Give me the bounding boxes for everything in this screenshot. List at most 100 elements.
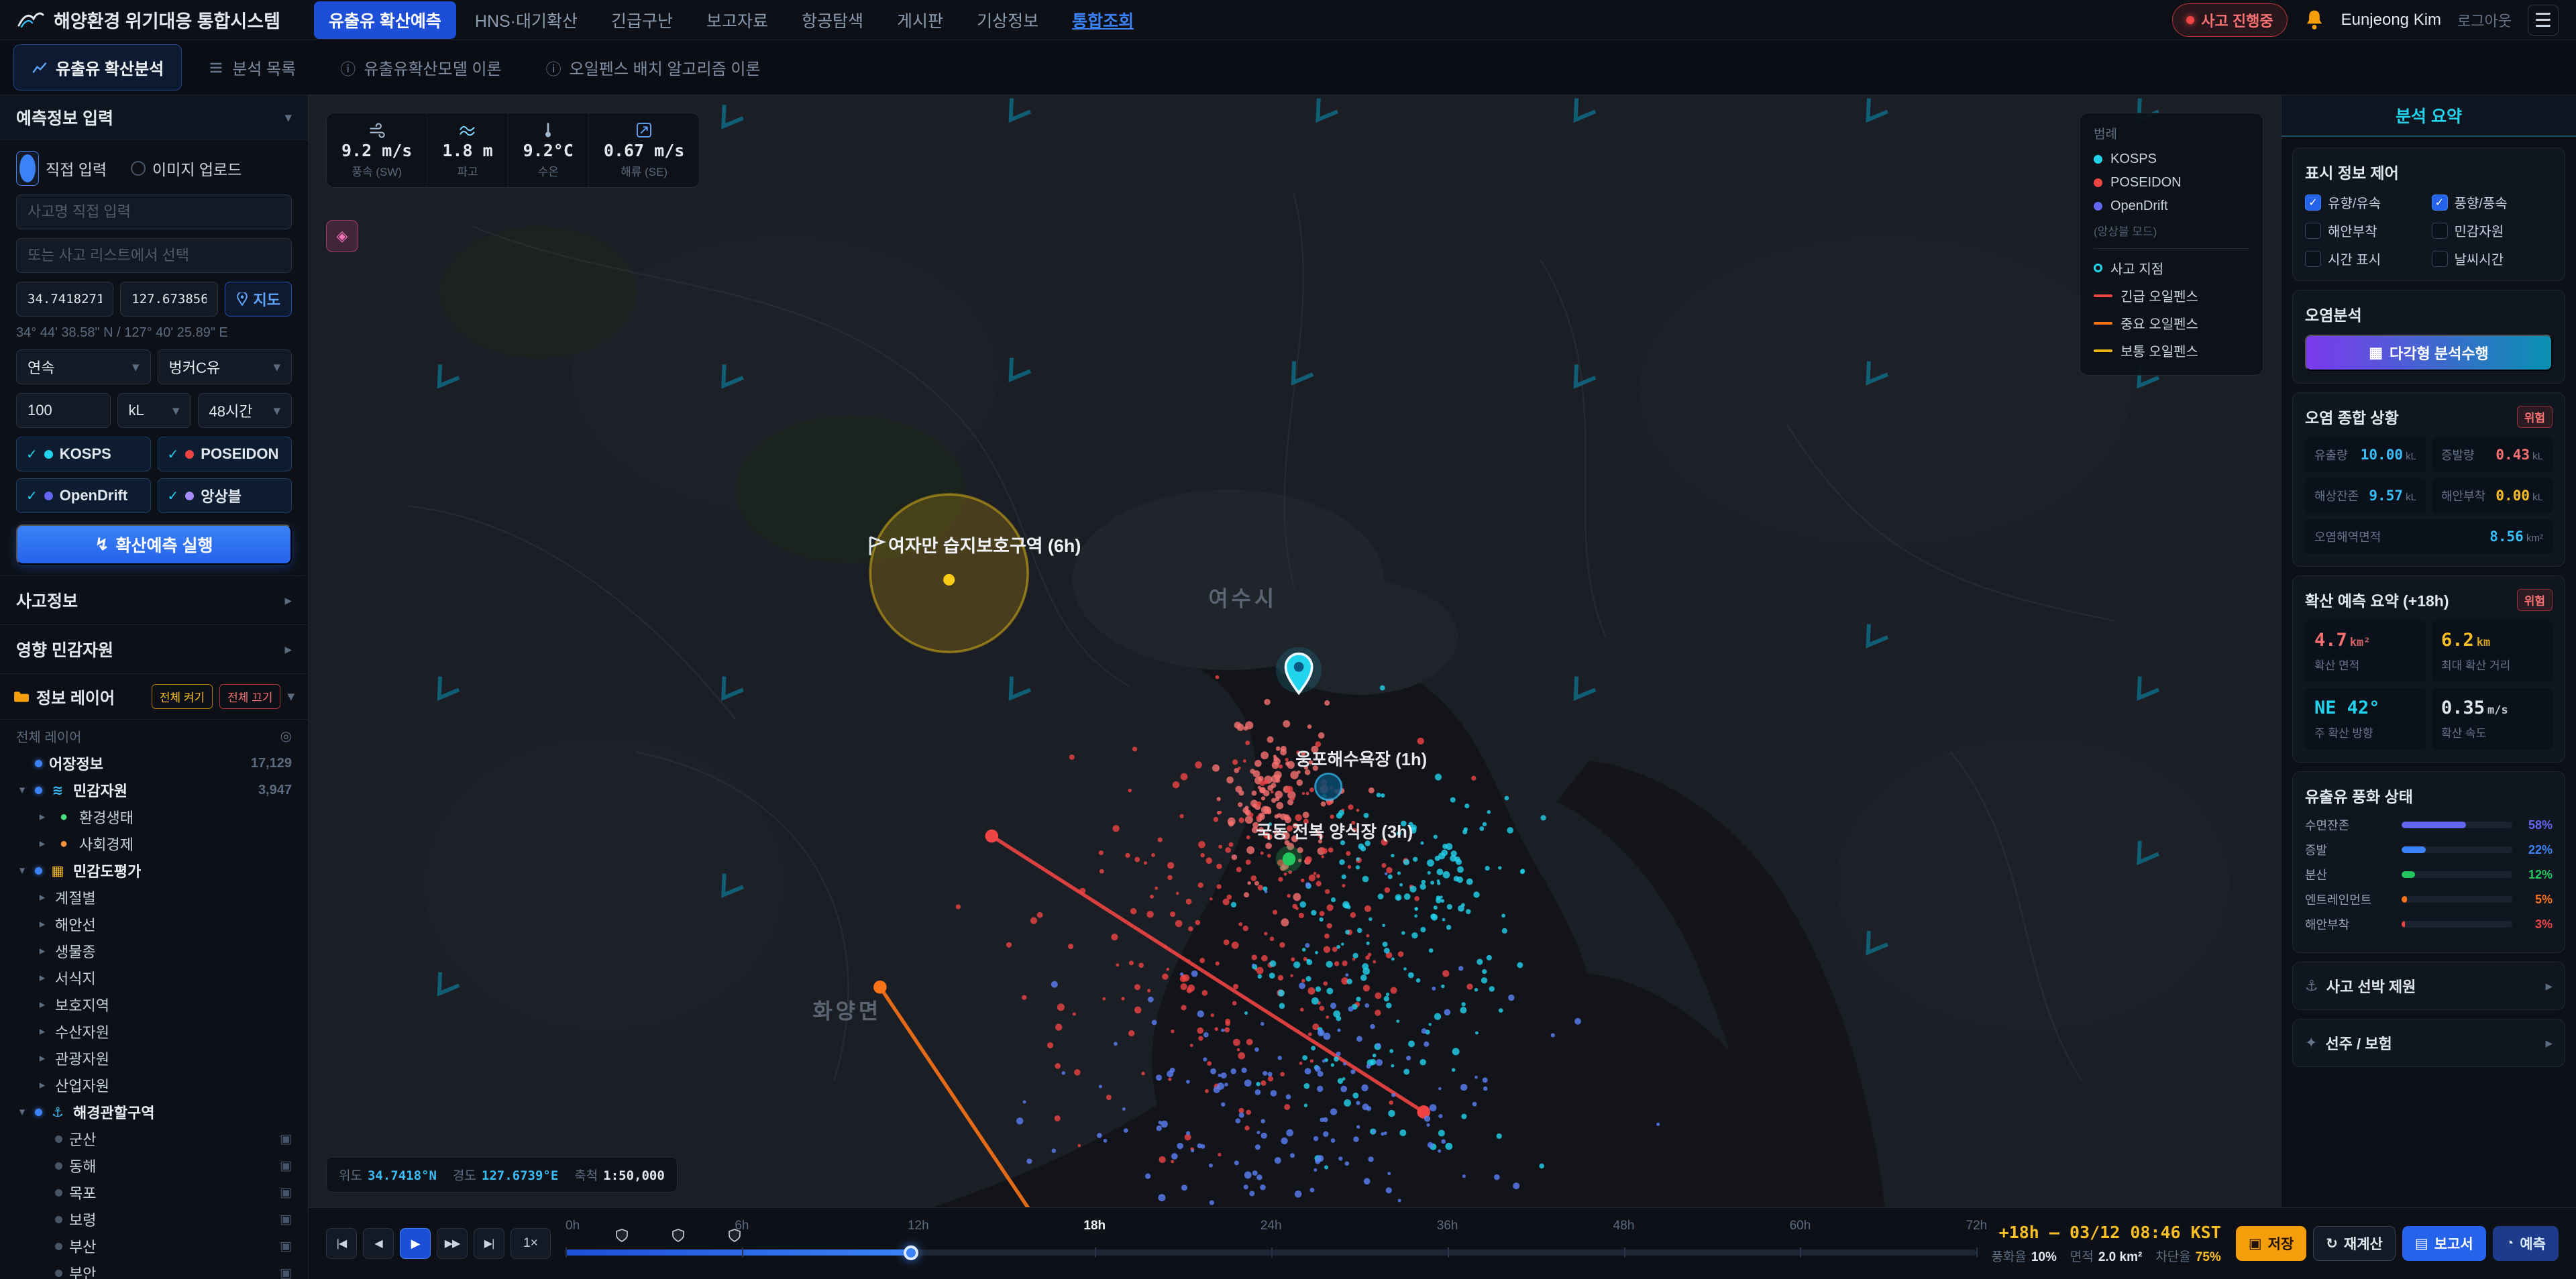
layer-item[interactable]: ▸ 생물종 (8, 938, 300, 964)
pick-on-map-button[interactable]: 지도 (224, 282, 292, 317)
forecast-button[interactable]: ◔ 예측 (2492, 1226, 2559, 1261)
layer-item[interactable]: 군산 ▣ (8, 1125, 300, 1152)
layer-toggle-dot[interactable] (55, 1269, 62, 1277)
nav-item[interactable]: 통합조회 (1057, 1, 1148, 39)
model-toggle[interactable]: ✓ 앙상블 (157, 478, 292, 513)
accident-info-section[interactable]: 사고정보 ▸ (0, 576, 308, 625)
display-checkbox[interactable]: 민감자원 (2431, 221, 2553, 240)
nav-item[interactable]: HNS·대기확산 (460, 1, 592, 39)
user-name[interactable]: Eunjeong Kim (2341, 11, 2441, 30)
spill-amount-input[interactable] (16, 393, 111, 428)
nav-item[interactable]: 유출유 확산예측 (313, 1, 456, 39)
recalc-button[interactable]: ↻ 재계산 (2313, 1226, 2396, 1261)
logo[interactable]: 해양환경 위기대응 통합시스템 (17, 7, 280, 33)
layer-toggle-dot[interactable] (55, 1162, 62, 1170)
poi-beach-marker[interactable] (1314, 772, 1343, 801)
all-layers-toggle-icon[interactable]: ◎ (280, 728, 292, 744)
layer-item[interactable]: ▾ ▦ 민감도평가 (8, 857, 300, 884)
layer-zoom-icon[interactable]: ▣ (280, 1131, 292, 1147)
layer-toggle-dot[interactable] (35, 759, 42, 767)
layer-zoom-icon[interactable]: ▣ (280, 1185, 292, 1201)
display-checkbox[interactable]: ✓ 풍향/풍속 (2431, 192, 2553, 212)
layer-toggle-dot[interactable] (35, 1108, 42, 1116)
layer-item[interactable]: ▸ 서식지 (8, 964, 300, 991)
accident-name-input[interactable] (16, 194, 292, 229)
save-button[interactable]: ▣ 저장 (2235, 1226, 2307, 1261)
radio-image-upload[interactable]: 이미지 업로드 (131, 151, 241, 186)
layer-toggle-dot[interactable] (35, 786, 42, 794)
nav-item[interactable]: 보고자료 (692, 1, 783, 39)
layer-item[interactable]: 보령 ▣ (8, 1206, 300, 1233)
layer-item[interactable]: ▸ ● 환경생태 (8, 803, 300, 830)
nav-item[interactable]: 게시판 (882, 1, 958, 39)
notification-bell-icon[interactable] (2304, 9, 2325, 32)
impact-resources-section[interactable]: 영향 민감자원 ▸ (0, 625, 308, 674)
layer-item[interactable]: 부산 ▣ (8, 1233, 300, 1260)
layer-item[interactable]: ▸ 보호지역 (8, 991, 300, 1018)
layer-zoom-icon[interactable]: ▣ (280, 1239, 292, 1254)
fast-forward-button[interactable]: ▶▶ (437, 1228, 468, 1259)
layer-item[interactable]: 동해 ▣ (8, 1152, 300, 1179)
model-toggle[interactable]: ✓ POSEIDON (157, 437, 292, 471)
layer-zoom-icon[interactable]: ▣ (280, 1212, 292, 1227)
play-button[interactable]: ▶ (400, 1228, 431, 1259)
display-checkbox[interactable]: 해안부착 (2305, 221, 2426, 240)
map-canvas[interactable]: 여자만 습지보호구역 (6h) 여수시화양면 웅포해수욕장 (1h) 국동 전복 양식… (309, 95, 2281, 1207)
incident-pin[interactable] (1275, 647, 1322, 696)
tab-spill-analysis[interactable]: 유출유 확산분석 (13, 44, 182, 91)
spill-type-select[interactable]: 연속 ▾ (16, 349, 151, 384)
accident-list-input[interactable] (16, 238, 292, 273)
layer-zoom-icon[interactable]: ▣ (280, 1158, 292, 1174)
layer-toggle-dot[interactable] (55, 1135, 62, 1143)
display-checkbox[interactable]: 날씨시간 (2431, 249, 2553, 268)
longitude-input[interactable] (120, 282, 218, 317)
step-back-button[interactable]: ◀ (363, 1228, 394, 1259)
layer-item[interactable]: ▸ 산업자원 (8, 1072, 300, 1099)
nav-item[interactable]: 기상정보 (962, 1, 1053, 39)
layer-zoom-icon[interactable]: ▣ (280, 1266, 292, 1279)
all-layers-on-button[interactable]: 전체 켜기 (151, 684, 213, 709)
layer-toggle-dot[interactable] (55, 1215, 62, 1223)
duration-select[interactable]: 48시간 ▾ (197, 393, 292, 428)
skip-start-button[interactable]: |◀ (326, 1228, 357, 1259)
display-checkbox[interactable]: 시간 표시 (2305, 249, 2426, 268)
report-button[interactable]: ▤ 보고서 (2402, 1226, 2486, 1261)
layer-item[interactable]: ▸ 수산자원 (8, 1018, 300, 1045)
radio-direct-input[interactable]: 직접 입력 (16, 151, 107, 186)
all-layers-off-button[interactable]: 전체 끄기 (219, 684, 281, 709)
vessel-spec-section[interactable]: ⚓ 사고 선박 제원 ▸ (2292, 962, 2565, 1010)
layer-item[interactable]: ▸ 해안선 (8, 911, 300, 938)
unit-select[interactable]: kL ▾ (117, 393, 191, 428)
prediction-input-header[interactable]: 예측정보 입력 ▾ (0, 95, 308, 140)
layer-item[interactable]: 목포 ▣ (8, 1179, 300, 1206)
playback-speed-button[interactable]: 1× (511, 1228, 551, 1259)
layer-item[interactable]: 부안 ▣ (8, 1260, 300, 1279)
oil-type-select[interactable]: 벙커C유 ▾ (157, 349, 292, 384)
skip-end-button[interactable]: ▶| (474, 1228, 504, 1259)
tab-analysis-list[interactable]: 분석 목록 (190, 44, 314, 91)
hamburger-menu-icon[interactable] (2528, 4, 2559, 36)
nav-item[interactable]: 긴급구난 (596, 1, 688, 39)
poi-farm-marker[interactable] (1282, 852, 1296, 866)
layer-item[interactable]: ▸ 관광자원 (8, 1045, 300, 1072)
layer-item[interactable]: ▸ 계절별 (8, 884, 300, 911)
layer-toggle-dot[interactable] (55, 1188, 62, 1197)
run-prediction-button[interactable]: ↯ 확산예측 실행 (16, 524, 292, 565)
summary-panel-title[interactable]: 분석 요약 (2282, 95, 2576, 137)
track-handle[interactable] (904, 1245, 919, 1260)
tab-boom-algorithm-theory[interactable]: ⓘ 오일펜스 배치 알고리즘 이론 (528, 44, 779, 91)
layer-toggle-dot[interactable] (55, 1242, 62, 1250)
model-toggle[interactable]: ✓ KOSPS (16, 437, 151, 471)
layer-item[interactable]: 어장정보 17,129 (8, 750, 300, 777)
track[interactable] (566, 1229, 1978, 1260)
display-checkbox[interactable]: ✓ 유향/유속 (2305, 192, 2426, 212)
layer-toggle-dot[interactable] (35, 867, 42, 875)
tab-model-theory[interactable]: ⓘ 유출유확산모델 이론 (322, 44, 519, 91)
model-toggle[interactable]: ✓ OpenDrift (16, 478, 151, 513)
layer-item[interactable]: ▾ ≋ 민감자원 3,947 (8, 777, 300, 803)
latitude-input[interactable] (16, 282, 114, 317)
map-tool-button[interactable]: ◈ (326, 220, 358, 252)
logout-button[interactable]: 로그아웃 (2457, 9, 2512, 31)
layer-item[interactable]: ▸ ● 사회경제 (8, 830, 300, 857)
owner-insurance-section[interactable]: ✦ 선주 / 보험 ▸ (2292, 1019, 2565, 1067)
